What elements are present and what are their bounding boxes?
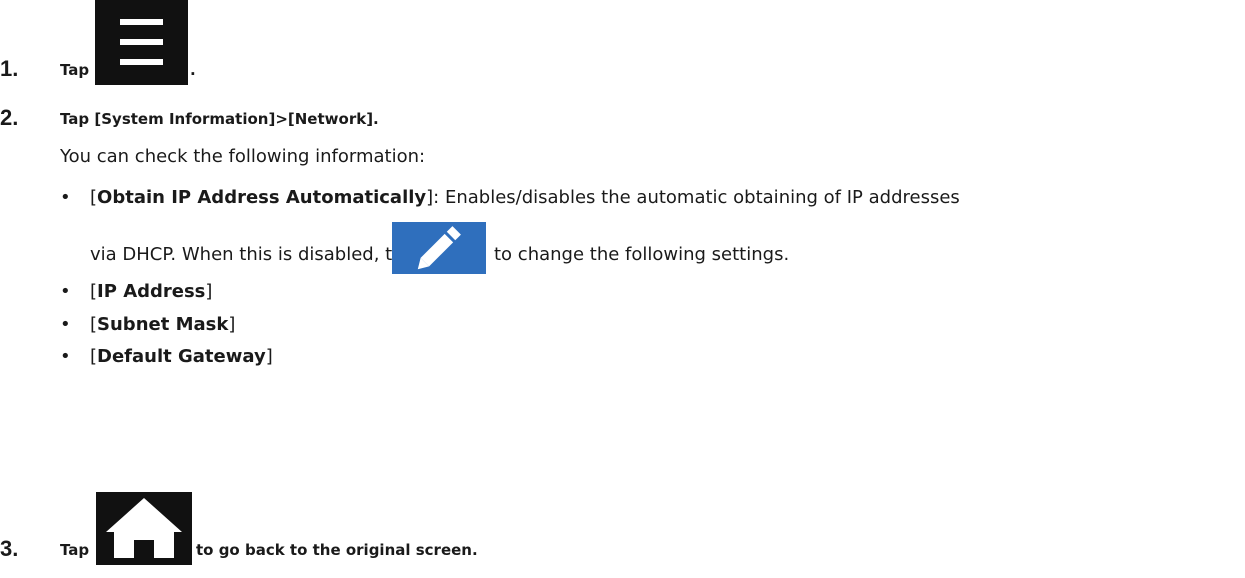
step-number: 1.	[0, 56, 19, 81]
obtain-ip-continuation: via DHCP. When this is disabled, tap	[90, 244, 415, 265]
bracket-open: [	[90, 187, 98, 208]
setting-name: Subnet Mask	[97, 314, 229, 335]
menu-icon	[95, 0, 188, 85]
setting-name: IP Address	[97, 281, 206, 302]
bullet-dot: •	[60, 281, 71, 302]
edit-pencil-icon	[392, 222, 486, 274]
bullet-dot: •	[60, 187, 71, 208]
step-number: 3.	[0, 536, 19, 561]
intro-text: You can check the following information:	[60, 146, 426, 167]
home-icon	[96, 492, 192, 565]
setting-name: Obtain IP Address Automatically	[97, 187, 427, 208]
setting-name: Default Gateway	[97, 346, 266, 367]
document-page: { "steps": [ { "number": "1.", "prefix":…	[0, 0, 1245, 578]
bullet-default-gateway: • [Default Gateway]	[60, 346, 273, 367]
step-text-prefix: Tap	[60, 61, 90, 79]
continuation-text-before: via DHCP. When this is disabled, tap	[90, 244, 415, 265]
bullet-subnet-mask: • [Subnet Mask]	[60, 314, 236, 335]
bullet-obtain-ip: • [Obtain IP Address Automatically]: Enab…	[60, 187, 960, 208]
step-text-prefix: Tap	[60, 541, 90, 559]
setting-description: : Enables/disables the automatic obtaini…	[433, 187, 960, 208]
step-text: Tap [System Information]>[Network].	[60, 110, 379, 128]
bullet-ip-address: • [IP Address]	[60, 281, 213, 302]
step-text-suffix: .	[190, 61, 196, 79]
bullet-dot: •	[60, 314, 71, 335]
bullet-dot: •	[60, 346, 71, 367]
step-text-suffix: to go back to the original screen.	[196, 541, 478, 559]
step-number: 2.	[0, 105, 19, 130]
continuation-text-after: to change the following settings.	[494, 244, 790, 265]
